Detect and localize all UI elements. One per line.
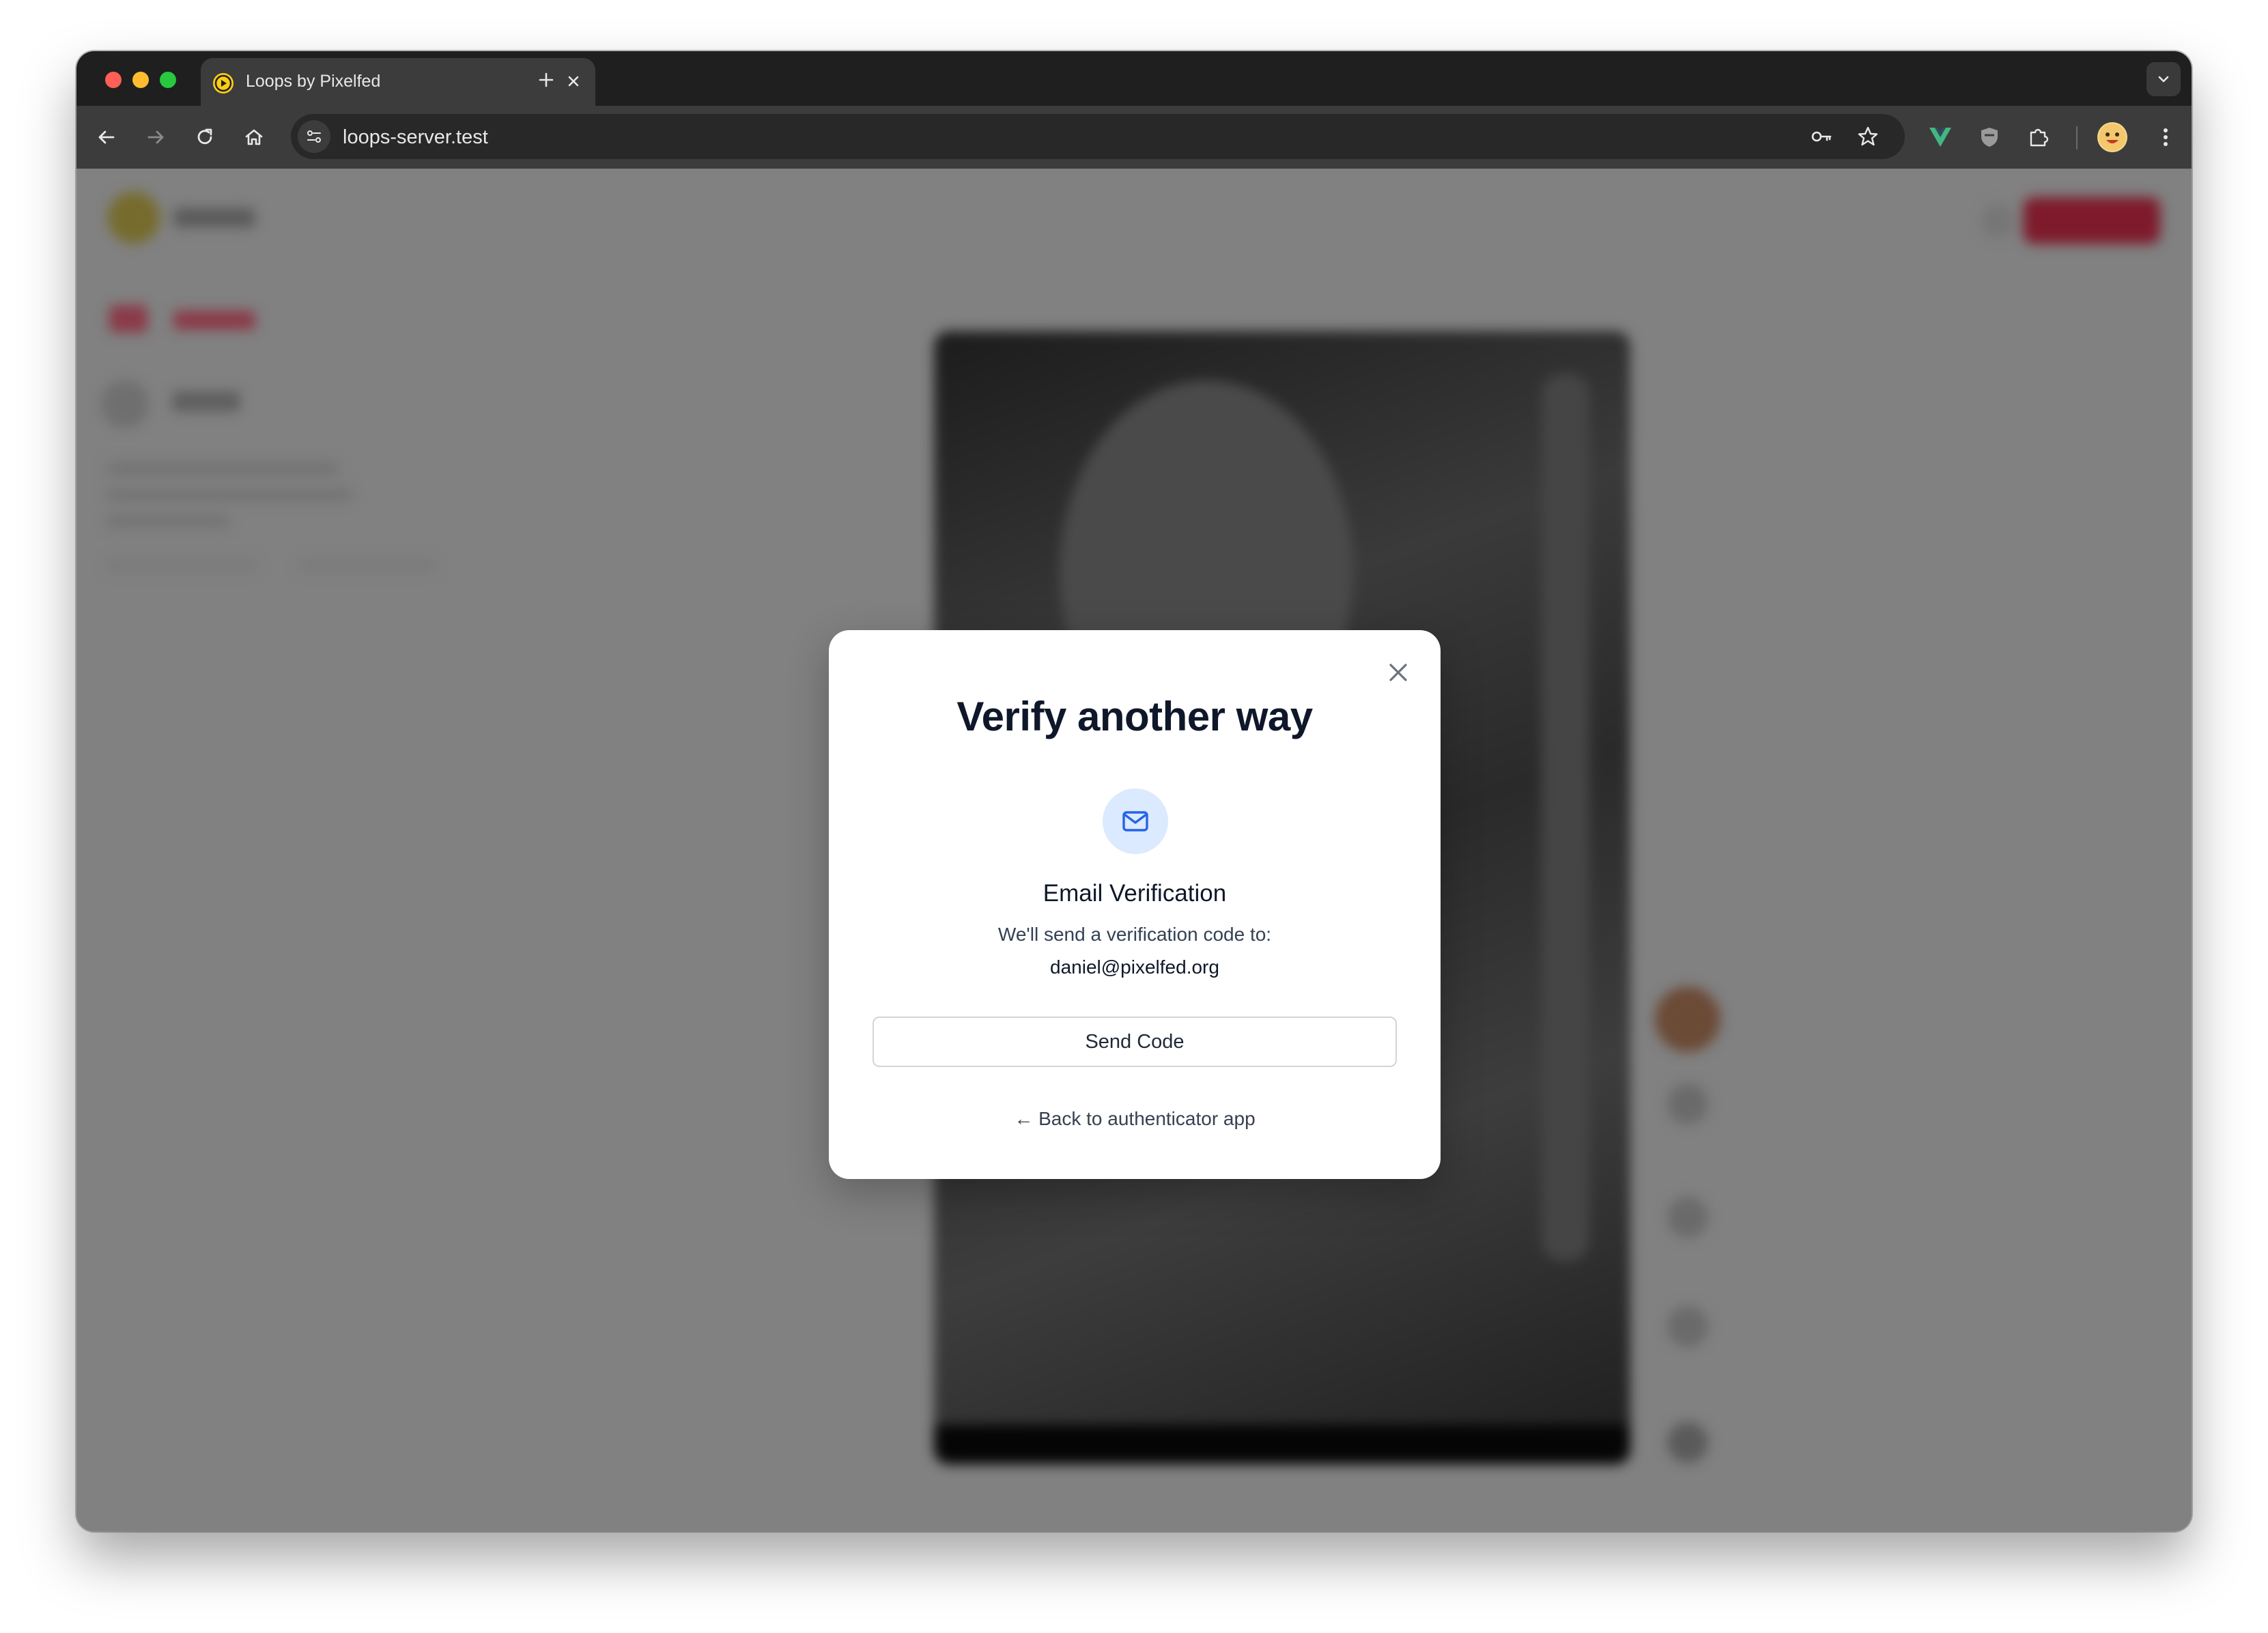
extensions-icon[interactable] <box>2025 124 2052 151</box>
menu-dots-icon[interactable] <box>2152 124 2179 151</box>
mail-icon <box>1103 789 1168 854</box>
footer-links <box>107 488 352 502</box>
sidebar-item <box>172 391 240 412</box>
password-key-icon[interactable] <box>1808 123 1835 150</box>
app-logo <box>108 192 160 244</box>
method-title: Email Verification <box>1043 880 1227 907</box>
sidebar-icon <box>101 380 149 428</box>
verify-modal: Verify another way Email Verification We… <box>829 630 1441 1179</box>
bookmark-icon <box>1667 1306 1708 1347</box>
browser-toolbar: loops-server.test <box>76 106 2192 169</box>
footer-links <box>107 559 257 571</box>
maximize-window-button[interactable] <box>160 72 176 88</box>
close-window-button[interactable] <box>105 72 122 88</box>
video-frame <box>1542 373 1589 1261</box>
vue-devtools-icon[interactable] <box>1927 124 1954 151</box>
toolbar-divider <box>2076 126 2078 150</box>
minimize-window-button[interactable] <box>132 72 149 88</box>
modal-title: Verify another way <box>956 694 1313 739</box>
verification-description: We'll send a verification code to: <box>997 924 1272 945</box>
sidebar-icon <box>109 305 147 332</box>
close-icon[interactable] <box>1380 655 1416 690</box>
tab-title: Loops by Pixelfed <box>246 72 381 91</box>
site-settings-icon[interactable] <box>298 120 330 153</box>
like-icon <box>1667 1083 1708 1124</box>
home-icon[interactable] <box>240 124 268 151</box>
reload-icon[interactable] <box>191 124 218 151</box>
close-icon[interactable] <box>561 69 586 94</box>
loops-favicon-icon <box>213 73 233 94</box>
search-icon <box>1981 204 2015 238</box>
footer-links <box>299 559 436 571</box>
comment-icon <box>1667 1197 1708 1238</box>
forward-arrow-icon[interactable] <box>142 124 169 151</box>
email-address: daniel@pixelfed.org <box>1050 956 1219 978</box>
address-bar[interactable]: loops-server.test <box>291 114 1905 159</box>
share-icon <box>1667 1422 1708 1463</box>
page-content: Verify another way Email Verification We… <box>76 169 2192 1531</box>
bookmark-star-icon[interactable] <box>1854 123 1882 150</box>
login-button <box>2024 197 2160 244</box>
send-code-button[interactable]: Send Code <box>873 1017 1397 1067</box>
logo-wordmark <box>173 208 255 227</box>
url-text[interactable]: loops-server.test <box>343 126 488 149</box>
video-frame <box>934 1425 1630 1464</box>
footer-links <box>107 462 339 476</box>
shield-icon[interactable] <box>1976 124 2003 151</box>
creator-avatar <box>1655 986 1720 1052</box>
sidebar-item <box>173 311 255 330</box>
plus-icon[interactable] <box>533 66 560 94</box>
browser-window: Loops by Pixelfed loops-server.test Veri… <box>76 51 2192 1531</box>
chevron-down-icon[interactable] <box>2146 62 2181 96</box>
back-arrow-icon[interactable] <box>93 124 120 151</box>
footer-links <box>107 514 229 528</box>
profile-avatar[interactable] <box>2097 122 2127 152</box>
back-to-authenticator-link[interactable]: ← Back to authenticator app <box>829 1108 1441 1130</box>
tab-strip: Loops by Pixelfed <box>76 51 2192 106</box>
